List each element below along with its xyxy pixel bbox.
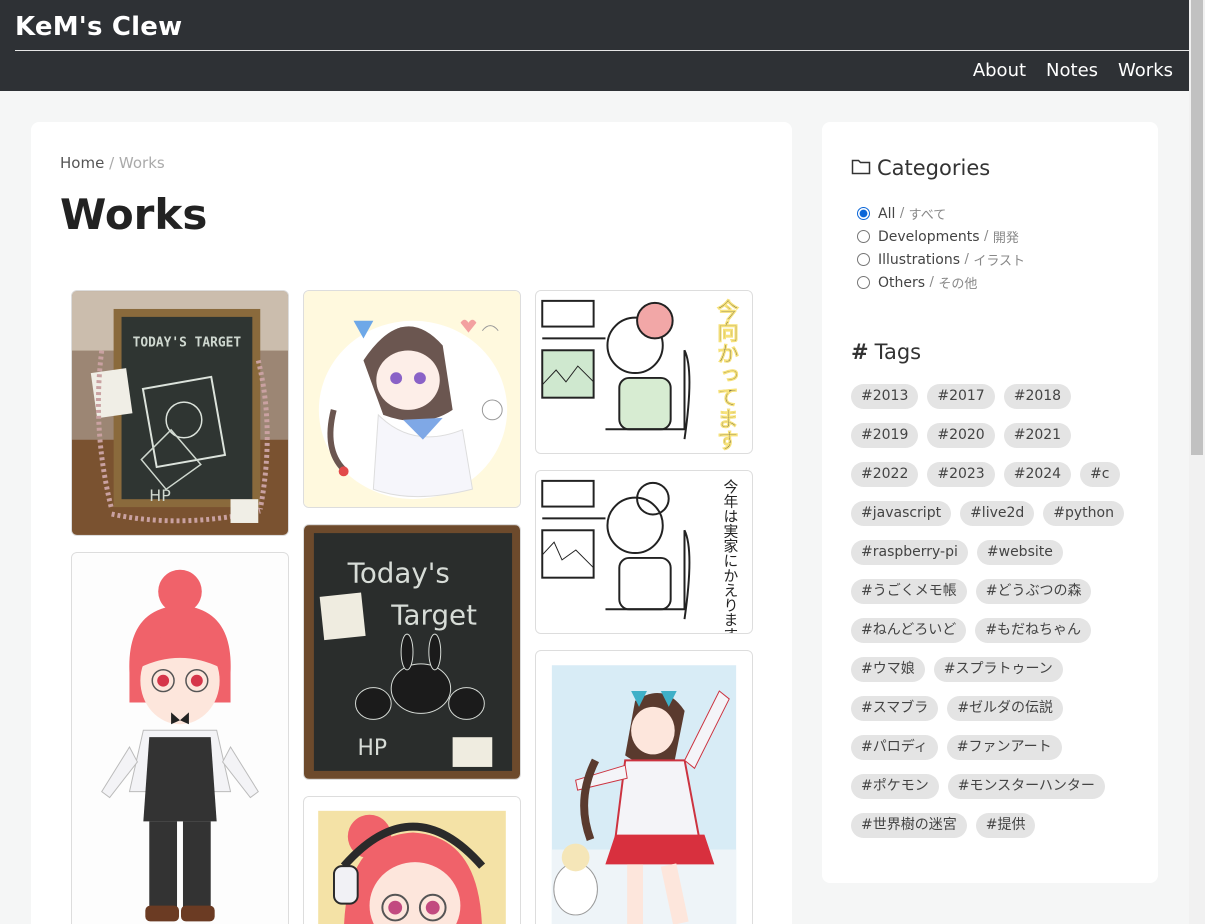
tag-pill[interactable]: #javascript bbox=[851, 501, 952, 526]
tag-pill[interactable]: #2019 bbox=[851, 423, 919, 448]
category-developments[interactable]: Developments / 開発 bbox=[857, 225, 1025, 248]
categories-title: Categories bbox=[877, 156, 991, 180]
category-label: Developments bbox=[878, 228, 980, 245]
tag-pill[interactable]: #どうぶつの森 bbox=[975, 579, 1092, 604]
chalkboard-todays-text: Today's bbox=[347, 557, 450, 590]
site-header: KeM's Clew About Notes Works bbox=[0, 0, 1189, 91]
nav-works[interactable]: Works bbox=[1118, 60, 1173, 81]
live2d-character-image bbox=[72, 553, 288, 924]
nav-about[interactable]: About bbox=[973, 60, 1026, 81]
nav-notes[interactable]: Notes bbox=[1046, 60, 1098, 81]
tag-pill[interactable]: #raspberry-pi bbox=[851, 540, 968, 565]
tag-pill[interactable]: #2021 bbox=[1003, 423, 1072, 448]
headphone-girl-image bbox=[304, 797, 520, 924]
breadcrumb-separator: / bbox=[109, 154, 115, 172]
tags-heading: # Tags bbox=[851, 340, 921, 364]
category-all-radio[interactable] bbox=[857, 207, 870, 220]
anime-girl-sketch-image bbox=[304, 291, 520, 507]
tag-pill[interactable]: #ファンアート bbox=[946, 735, 1062, 760]
work-tile-anime-girl-sketch[interactable] bbox=[303, 290, 521, 508]
doodle-heading-image: 今向かってます bbox=[536, 291, 752, 453]
hashtag-icon: # bbox=[851, 340, 869, 364]
category-jp-label: 開発 bbox=[992, 231, 1019, 246]
tag-pill[interactable]: #live2d bbox=[960, 501, 1035, 526]
category-all[interactable]: All / すべて bbox=[857, 202, 1025, 225]
chalkboard-hp-text: HP bbox=[149, 486, 171, 505]
work-tile-live2d-character[interactable] bbox=[71, 552, 289, 924]
tag-pill[interactable]: #提供 bbox=[975, 813, 1036, 838]
tag-pill[interactable]: #もだねちゃん bbox=[975, 618, 1092, 643]
tag-pill[interactable]: #うごくメモ帳 bbox=[851, 579, 967, 604]
doodle-home-image: 今年は実家にかえります bbox=[536, 471, 752, 633]
category-separator: / bbox=[984, 229, 989, 244]
site-title[interactable]: KeM's Clew bbox=[15, 12, 182, 42]
category-jp-label: すべて bbox=[908, 208, 947, 223]
chalkboard-photo-image: TODAY'S TARGET HP bbox=[72, 291, 288, 535]
category-label: All bbox=[878, 205, 896, 222]
sidebar: Categories All / すべて Developments / 開発 I… bbox=[822, 122, 1158, 883]
work-tile-headphone-girl[interactable] bbox=[303, 796, 521, 924]
work-tile-doodle-home[interactable]: 今年は実家にかえります bbox=[535, 470, 753, 634]
breadcrumb-current: Works bbox=[118, 154, 165, 172]
category-label: Others bbox=[878, 274, 926, 291]
tag-pill[interactable]: #c bbox=[1080, 462, 1120, 487]
category-separator: / bbox=[964, 252, 969, 267]
category-jp-label: その他 bbox=[938, 277, 978, 292]
folder-icon bbox=[851, 156, 871, 180]
tags-title: Tags bbox=[874, 340, 922, 364]
tag-pill[interactable]: #website bbox=[976, 540, 1063, 565]
doodle-text-2: 今年は実家にかえります bbox=[721, 479, 738, 633]
uma-musume-image bbox=[536, 651, 752, 924]
chalkboard-hp-text-2: HP bbox=[358, 736, 388, 761]
main-nav: About Notes Works bbox=[973, 60, 1173, 81]
tag-pill[interactable]: #python bbox=[1043, 501, 1124, 526]
chalkboard-target-text: Target bbox=[390, 598, 477, 631]
page-title: Works bbox=[60, 190, 208, 239]
chalkboard-rabbits-image: Today's Target HP bbox=[304, 525, 520, 779]
category-jp-label: イラスト bbox=[973, 254, 1026, 269]
category-developments-radio[interactable] bbox=[857, 230, 870, 243]
tag-pill[interactable]: #世界樹の迷宮 bbox=[851, 813, 967, 838]
category-filter-list: All / すべて Developments / 開発 Illustration… bbox=[857, 202, 1025, 294]
tag-list: #2013 #2017 #2018 #2019 #2020 #2021 #2022 #2023… bbox=[851, 384, 1141, 838]
tag-pill[interactable]: #2018 bbox=[1003, 384, 1072, 409]
tag-pill[interactable]: #2020 bbox=[927, 423, 995, 448]
doodle-text-1: 今向かってます bbox=[713, 298, 738, 451]
tag-pill[interactable]: #スマブラ bbox=[851, 696, 939, 721]
tag-pill[interactable]: #2017 bbox=[927, 384, 995, 409]
tag-pill[interactable]: #パロディ bbox=[851, 735, 938, 760]
categories-heading: Categories bbox=[851, 156, 990, 180]
work-tile-doodle-heading[interactable]: 今向かってます bbox=[535, 290, 753, 454]
tag-pill[interactable]: #2022 bbox=[851, 462, 919, 487]
category-illustrations-radio[interactable] bbox=[857, 253, 870, 266]
tag-pill[interactable]: #ゼルダの伝説 bbox=[947, 696, 1064, 721]
category-others-radio[interactable] bbox=[857, 276, 870, 289]
category-illustrations[interactable]: Illustrations / イラスト bbox=[857, 248, 1025, 271]
chalkboard-text: TODAY'S TARGET bbox=[133, 336, 242, 351]
header-divider bbox=[15, 50, 1189, 51]
scrollbar-thumb[interactable] bbox=[1191, 0, 1203, 455]
tag-pill[interactable]: #ポケモン bbox=[851, 774, 939, 799]
work-tile-chalkboard-rabbits[interactable]: Today's Target HP bbox=[303, 524, 521, 780]
category-label: Illustrations bbox=[878, 251, 961, 268]
work-tile-chalkboard-photo[interactable]: TODAY'S TARGET HP bbox=[71, 290, 289, 536]
tag-pill[interactable]: #スプラトゥーン bbox=[933, 657, 1063, 682]
work-tile-uma-musume[interactable] bbox=[535, 650, 753, 924]
breadcrumb: Home / Works bbox=[60, 154, 165, 172]
tag-pill[interactable]: #2023 bbox=[927, 462, 995, 487]
category-others[interactable]: Others / その他 bbox=[857, 271, 1025, 294]
tag-pill[interactable]: #モンスターハンター bbox=[947, 774, 1105, 799]
tag-pill[interactable]: #ウマ娘 bbox=[851, 657, 925, 682]
category-separator: / bbox=[899, 206, 905, 221]
tag-pill[interactable]: #2024 bbox=[1003, 462, 1072, 487]
tag-pill[interactable]: #2013 bbox=[851, 384, 919, 409]
tag-pill[interactable]: #ねんどろいど bbox=[851, 618, 967, 643]
category-separator: / bbox=[929, 275, 934, 290]
works-content-card: Home / Works Works TODAY'S TARGET HP 今向か… bbox=[31, 122, 792, 924]
breadcrumb-home[interactable]: Home bbox=[60, 154, 104, 172]
